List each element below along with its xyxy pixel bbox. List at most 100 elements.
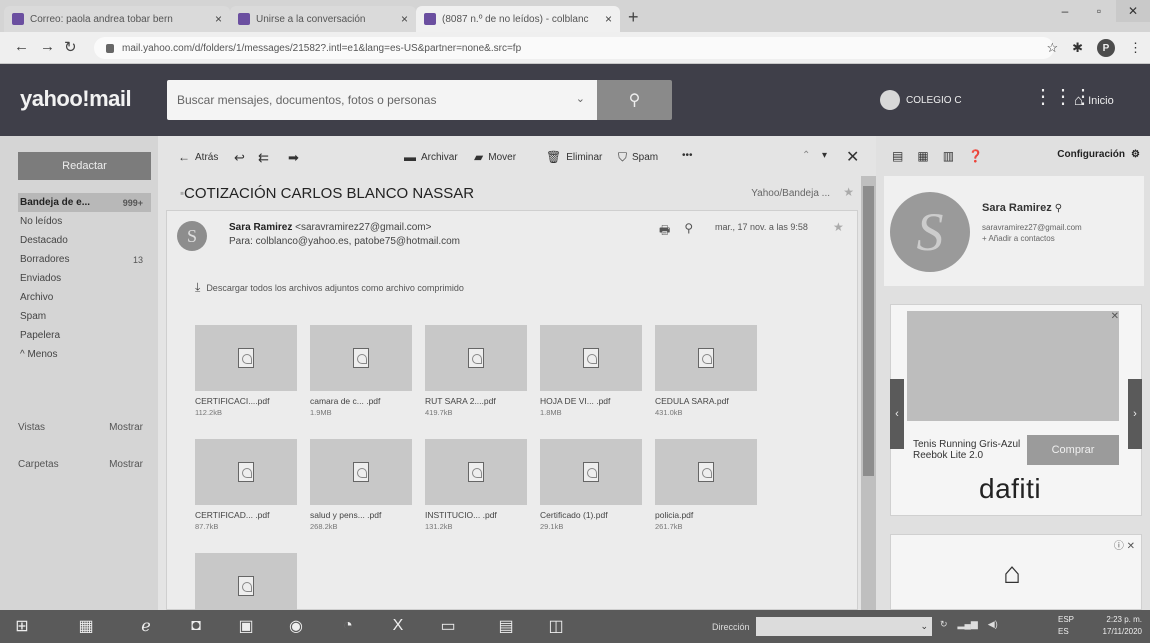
chevron-down-icon[interactable]: ⌄: [920, 621, 928, 632]
close-tab-icon[interactable]: ×: [215, 12, 222, 26]
attachment-tile[interactable]: policia.pdf 261.7kB: [655, 439, 757, 531]
close-tab-icon[interactable]: ×: [605, 12, 612, 26]
help-icon[interactable]: ❓: [968, 149, 983, 163]
home-link[interactable]: ⌂ Inicio: [1074, 92, 1114, 109]
url-input[interactable]: mail.yahoo.com/d/folders/1/messages/2158…: [94, 37, 1054, 59]
browser-tab-3[interactable]: (8087 n.º de no leídos) - colblanc ×: [416, 6, 620, 32]
reply-all-icon[interactable]: ⇇: [258, 150, 269, 166]
attachment-thumbnail[interactable]: [310, 439, 412, 505]
extensions-icon[interactable]: ✱: [1072, 40, 1083, 56]
star-icon[interactable]: ★: [843, 185, 854, 199]
attachment-tile[interactable]: salud y pens... .pdf 268.2kB: [310, 439, 412, 531]
sidebar-item-spam[interactable]: Spam: [18, 307, 151, 326]
app-icon[interactable]: ▭: [436, 615, 460, 637]
attachment-tile[interactable]: HOJA DE VI... .pdf 1.8MB: [540, 325, 642, 417]
views-show-button[interactable]: Mostrar: [109, 422, 143, 433]
search-button[interactable]: ⚲: [597, 80, 672, 120]
notepad-icon[interactable]: ▥: [943, 149, 954, 163]
search-icon[interactable]: ⚲: [1055, 203, 1062, 214]
attachment-tile[interactable]: CEDULA SARA.pdf 431.0kB: [655, 325, 757, 417]
user-account[interactable]: COLEGIO C: [880, 90, 962, 110]
attachment-thumbnail[interactable]: [540, 439, 642, 505]
ad-product-image[interactable]: [907, 311, 1119, 421]
folders-show-button[interactable]: Mostrar: [109, 459, 143, 470]
sidebar-item-drafts[interactable]: Borradores 13: [18, 250, 151, 269]
attachment-tile[interactable]: CERTIFICACI....pdf 112.2kB: [195, 325, 297, 417]
file-explorer-icon[interactable]: ▦: [74, 615, 98, 637]
browser-tab-2[interactable]: Unirse a la conversación ×: [230, 6, 416, 32]
back-button[interactable]: ← Atrás: [178, 150, 218, 164]
sidebar-item-sent[interactable]: Enviados: [18, 269, 151, 288]
reply-icon[interactable]: ↩: [234, 150, 245, 166]
ad-prev-arrow-icon[interactable]: ‹: [890, 379, 904, 449]
chevron-up-icon[interactable]: ⌃: [802, 150, 810, 161]
ad-banner-2[interactable]: ⌂ ⓘ ✕: [890, 534, 1142, 610]
edge-icon[interactable]: ℯ: [134, 615, 158, 637]
ad-next-arrow-icon[interactable]: ›: [1128, 379, 1142, 449]
windows-start-icon[interactable]: ⊞: [10, 615, 34, 637]
attachment-tile[interactable]: INSTITUCIO... .pdf 131.2kB: [425, 439, 527, 531]
minimize-icon[interactable]: –: [1048, 0, 1082, 22]
menu-kebab-icon[interactable]: ⋮: [1129, 40, 1142, 56]
print-icon[interactable]: 🖶: [659, 221, 670, 242]
attachment-thumbnail[interactable]: [425, 439, 527, 505]
sidebar-item-unread[interactable]: No leídos: [18, 212, 151, 231]
close-tab-icon[interactable]: ×: [401, 12, 408, 26]
chevron-down-icon[interactable]: ▾: [822, 150, 827, 161]
ad-buy-button[interactable]: Comprar: [1027, 435, 1119, 465]
attachment-thumbnail[interactable]: [655, 325, 757, 391]
spam-button[interactable]: ⛉ Spam: [618, 150, 658, 165]
app-icon[interactable]: ◔: [336, 615, 360, 637]
reload-icon[interactable]: ↻: [64, 38, 77, 56]
attachment-thumbnail[interactable]: [425, 325, 527, 391]
app-icon[interactable]: ◘: [184, 615, 208, 637]
close-message-icon[interactable]: ✕: [846, 147, 859, 167]
browser-tab-1[interactable]: Correo: paola andrea tobar bern ×: [4, 6, 230, 32]
attachment-tile[interactable]: CERTIFICAD... .pdf 87.7kB: [195, 439, 297, 531]
search-input[interactable]: Buscar mensajes, documentos, fotos o per…: [167, 80, 597, 120]
attachment-thumbnail[interactable]: [540, 325, 642, 391]
sender-avatar[interactable]: S: [177, 221, 207, 251]
download-all-link[interactable]: ⤓ Descargar todos los archivos adjuntos …: [195, 280, 464, 295]
attachment-tile[interactable]: Certificado (1).pdf 29.1kB: [540, 439, 642, 531]
attachment-thumbnail[interactable]: [195, 325, 297, 391]
folder-tag[interactable]: Yahoo/Bandeja ...: [751, 188, 830, 199]
attachment-tile[interactable]: camara de c... .pdf 1.9MB: [310, 325, 412, 417]
ad-banner[interactable]: ✕ ‹ › Tenis Running Gris-Azul Reebok Lit…: [890, 304, 1142, 516]
window-close-icon[interactable]: ✕: [1116, 0, 1150, 22]
scrollbar[interactable]: [861, 176, 876, 610]
sender-name[interactable]: Sara Ramirez: [229, 222, 292, 233]
back-arrow-icon[interactable]: ←: [14, 38, 29, 55]
message-star-icon[interactable]: ★: [833, 220, 844, 234]
new-tab-icon[interactable]: +: [628, 7, 639, 28]
refresh-icon[interactable]: ↻: [940, 619, 948, 630]
delete-button[interactable]: 🗑 Eliminar: [546, 150, 602, 164]
compose-button[interactable]: Redactar: [18, 152, 151, 180]
forward-icon[interactable]: ➡: [288, 150, 299, 166]
more-actions-button[interactable]: •••: [682, 150, 693, 161]
bookmark-star-icon[interactable]: ☆: [1046, 40, 1058, 56]
app-icon[interactable]: ▣: [234, 615, 258, 637]
app-icon[interactable]: ◫: [544, 615, 568, 637]
forward-arrow-icon[interactable]: →: [40, 38, 55, 55]
excel-icon[interactable]: X: [386, 615, 410, 637]
add-contact-link[interactable]: + Añadir a contactos: [982, 234, 1055, 243]
ad-close-icon[interactable]: ✕: [1111, 311, 1119, 322]
attachment-thumbnail[interactable]: [195, 439, 297, 505]
sidebar-item-archive[interactable]: Archivo: [18, 288, 151, 307]
sidebar-item-starred[interactable]: Destacado: [18, 231, 151, 250]
move-button[interactable]: ▰ Mover: [474, 150, 516, 164]
clock[interactable]: 2:23 p. m. 17/11/2020: [1103, 614, 1142, 638]
settings-link[interactable]: Configuración ⚙: [1057, 149, 1140, 160]
sidebar-item-inbox[interactable]: Bandeja de e... 999+: [18, 193, 151, 212]
network-icon[interactable]: ▂▄▆: [958, 619, 978, 630]
archive-button[interactable]: ▬ Archivar: [404, 150, 458, 164]
chrome-icon[interactable]: ◉: [284, 615, 308, 637]
language-indicator[interactable]: ESP ES: [1058, 614, 1074, 638]
sidebar-item-trash[interactable]: Papelera: [18, 326, 151, 345]
attachment-thumbnail[interactable]: [310, 325, 412, 391]
maximize-icon[interactable]: ▫: [1082, 0, 1116, 22]
yahoo-mail-logo[interactable]: yahoo!mail: [20, 86, 132, 112]
profile-avatar[interactable]: P: [1097, 39, 1115, 57]
attachment-thumbnail[interactable]: [655, 439, 757, 505]
